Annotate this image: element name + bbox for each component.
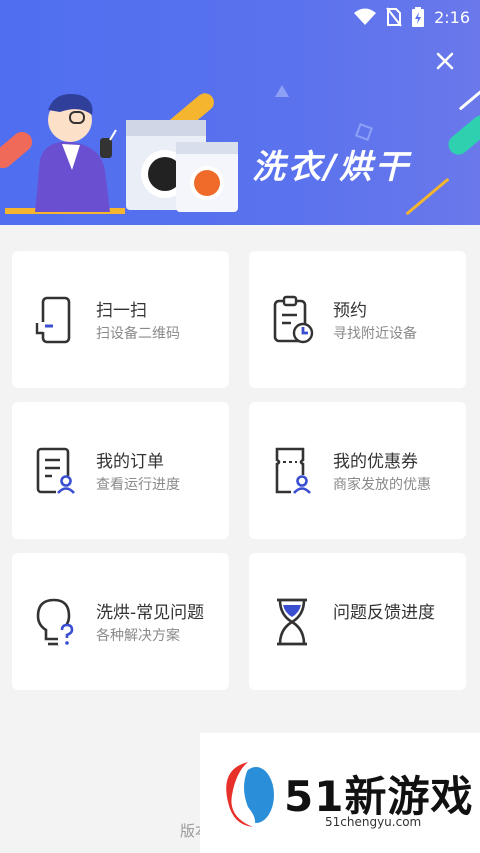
- card-title: 预约: [333, 301, 367, 321]
- card-subtitle: 扫设备二维码: [96, 326, 180, 342]
- battery-charging-icon: [412, 7, 425, 27]
- card-subtitle: 查看运行进度: [96, 477, 180, 493]
- reservation-card[interactable]: 预约 寻找附近设备: [249, 251, 466, 388]
- watermark-url: 51chengyu.com: [325, 815, 422, 829]
- scan-card[interactable]: 扫一扫 扫设备二维码: [12, 251, 229, 388]
- close-icon: [436, 52, 454, 70]
- faq-card[interactable]: 洗烘-常见问题 各种解决方案: [12, 553, 229, 690]
- watermark-overlay: 51新游戏 51chengyu.com: [200, 733, 480, 853]
- wifi-icon: [354, 8, 377, 25]
- hourglass-icon: [277, 598, 307, 646]
- feedback-progress-card[interactable]: 问题反馈进度: [249, 553, 466, 690]
- status-time: 2:16: [434, 7, 470, 27]
- banner-title: 洗衣/烘干: [252, 147, 412, 186]
- feature-grid: 扫一扫 扫设备二维码 预约 寻找附近设备 我的订单 查看运行进度 我的优惠券 商…: [12, 251, 468, 690]
- watermark-logo: [226, 762, 274, 827]
- decor-line: [405, 177, 450, 216]
- scan-phone-icon: [35, 296, 74, 344]
- card-title: 我的订单: [96, 452, 164, 472]
- coupon-user-icon: [275, 447, 313, 494]
- card-subtitle: 各种解决方案: [96, 628, 180, 644]
- decor-square: [355, 123, 373, 141]
- status-bar: 2:16: [0, 0, 480, 34]
- laundry-illustration: [5, 94, 238, 214]
- card-subtitle: 寻找附近设备: [333, 326, 417, 342]
- clipboard-clock-icon: [273, 295, 314, 344]
- my-orders-card[interactable]: 我的订单 查看运行进度: [12, 402, 229, 539]
- order-user-icon: [36, 447, 76, 494]
- close-button[interactable]: [432, 48, 458, 74]
- my-coupons-card[interactable]: 我的优惠券 商家发放的优惠: [249, 402, 466, 539]
- card-title: 问题反馈进度: [333, 603, 435, 623]
- card-subtitle: 商家发放的优惠: [333, 477, 431, 493]
- header-banner: 2:16 洗衣/烘干: [0, 0, 480, 225]
- card-title: 扫一扫: [96, 301, 147, 321]
- card-title: 我的优惠券: [333, 452, 418, 472]
- no-sim-icon: [386, 7, 402, 27]
- card-title: 洗烘-常见问题: [96, 603, 205, 623]
- decor-triangle: [275, 85, 289, 97]
- decor-stripe: [444, 111, 480, 159]
- lightbulb-question-icon: [36, 598, 76, 646]
- decor-line: [458, 82, 480, 111]
